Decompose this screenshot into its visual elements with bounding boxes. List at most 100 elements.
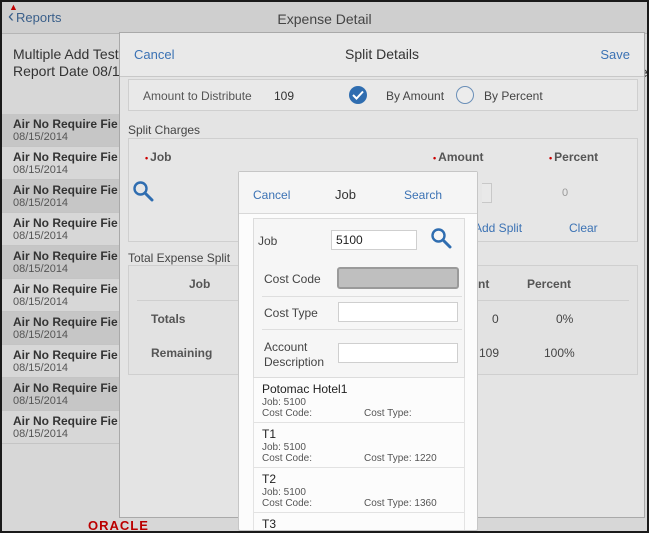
form-divider [262, 296, 462, 297]
by-amount-label[interactable]: By Amount [386, 89, 444, 103]
job-result-cost-type: Cost Type: [364, 408, 412, 419]
expense-list-item[interactable]: Air No Require Fie 08/15/2014 [2, 312, 122, 345]
amount-to-distribute-value: 109 [274, 89, 295, 103]
job-field-input[interactable] [331, 230, 417, 250]
job-result-item[interactable]: T3 [254, 513, 464, 530]
job-lookup-search-icon[interactable] [430, 227, 452, 254]
expense-item-title: Air No Require Fie [13, 282, 118, 296]
amount-to-distribute-panel: Amount to Distribute 109 By Amount By Pe… [128, 79, 638, 111]
job-column-label: Job [150, 150, 172, 164]
expense-list-item[interactable]: Air No Require Fie 08/15/2014 [2, 279, 122, 312]
expense-item-date: 08/15/2014 [13, 362, 69, 374]
job-result-cost-code: Cost Code: [262, 498, 313, 509]
total-percent-header: Percent [527, 277, 572, 291]
expense-item-date: 08/15/2014 [13, 263, 69, 275]
job-result-name: T3 [262, 517, 277, 530]
required-marker: • [145, 153, 149, 163]
remaining-label: Remaining [151, 346, 213, 360]
expense-list-item[interactable]: Air No Require Fie 08/15/2014 [2, 246, 122, 279]
totals-percent: 0% [556, 312, 574, 326]
remaining-percent: 100% [544, 346, 575, 360]
totals-amount: 0 [492, 312, 499, 326]
split-details-header: Cancel Split Details Save [120, 33, 644, 77]
expense-item-title: Air No Require Fie [13, 381, 118, 395]
expense-list-item[interactable]: Air No Require Fie 08/15/2014 [2, 180, 122, 213]
required-marker: • [549, 153, 553, 163]
account-description-input[interactable] [338, 343, 458, 363]
job-result-cost-type: Cost Type: 1360 [364, 498, 437, 509]
expense-item-title: Air No Require Fie [13, 117, 118, 131]
expense-list-item[interactable]: Air No Require Fie 08/15/2014 [2, 114, 122, 147]
oracle-logo: ORACLE [88, 518, 149, 533]
expense-item-title: Air No Require Fie [13, 414, 118, 428]
amount-column-header: • Amount [433, 150, 483, 164]
amount-column-label: Amount [438, 150, 484, 164]
split-save-button[interactable]: Save [600, 47, 630, 62]
job-search-form: Job Cost Code Cost Type Account Descript… [253, 218, 465, 378]
amount-input[interactable] [482, 183, 492, 203]
expense-item-title: Air No Require Fie [13, 348, 118, 362]
split-details-title: Split Details [345, 46, 419, 62]
job-result-item[interactable]: Potomac Hotel1 Job: 5100 Cost Code: Cost … [254, 378, 464, 423]
expense-item-date: 08/15/2014 [13, 131, 69, 143]
job-result-job: Job: 5100 [262, 442, 306, 453]
cost-type-input[interactable] [338, 302, 458, 322]
expense-list-item[interactable]: Air No Require Fie 08/15/2014 [2, 345, 122, 378]
cost-code-input[interactable] [337, 267, 459, 289]
expense-item-date: 08/15/2014 [13, 296, 69, 308]
job-result-cost-type: Cost Type: 1220 [364, 453, 437, 464]
expense-list: Air No Require Fie 08/15/2014 Air No Requ… [2, 114, 122, 444]
expense-item-date: 08/15/2014 [13, 395, 69, 407]
cost-code-label: Cost Code [264, 272, 321, 286]
job-lookup-title: Job [335, 187, 356, 202]
job-result-cost-code: Cost Code: [262, 453, 313, 464]
expense-list-item[interactable]: Air No Require Fie 08/15/2014 [2, 213, 122, 246]
expense-list-item[interactable]: Air No Require Fie 08/15/2014 [2, 378, 122, 411]
expense-item-title: Air No Require Fie [13, 249, 118, 263]
expense-detail-header: ▲ ‹ Reports Expense Detail [2, 2, 647, 34]
clear-button[interactable]: Clear [569, 221, 598, 235]
percent-column-label: Percent [554, 150, 599, 164]
job-result-item[interactable]: T2 Job: 5100 Cost Code: Cost Type: 1360 [254, 468, 464, 513]
cost-type-label: Cost Type [264, 306, 318, 320]
expense-list-item[interactable]: Air No Require Fie 08/15/2014 [2, 147, 122, 180]
job-search-button[interactable]: Search [404, 188, 442, 202]
percent-input[interactable]: 0 [562, 187, 568, 199]
by-percent-label[interactable]: By Percent [484, 89, 543, 103]
by-amount-radio[interactable] [349, 86, 367, 104]
job-search-icon[interactable] [132, 180, 154, 207]
job-result-meta: Cost Code: Cost Type: 1220 [262, 453, 456, 465]
expense-item-date: 08/15/2014 [13, 230, 69, 242]
report-date: Report Date 08/15 [13, 63, 128, 79]
expense-item-title: Air No Require Fie [13, 183, 118, 197]
expense-item-date: 08/15/2014 [13, 329, 69, 341]
expense-item-title: Air No Require Fie [13, 216, 118, 230]
total-expense-split-heading: Total Expense Split [128, 251, 231, 265]
add-split-button[interactable]: Add Split [474, 221, 522, 235]
job-result-name: T2 [262, 472, 277, 486]
job-result-cost-code: Cost Code: [262, 408, 313, 419]
expense-list-item[interactable]: Air No Require Fie 08/15/2014 [2, 411, 122, 444]
expense-item-date: 08/15/2014 [13, 428, 69, 440]
expense-item-date: 08/15/2014 [13, 197, 69, 209]
expense-item-title: Air No Require Fie [13, 315, 118, 329]
expense-item-title: Air No Require Fie [13, 150, 118, 164]
job-result-job: Job: 5100 [262, 487, 306, 498]
by-percent-radio[interactable] [456, 86, 474, 104]
app-frame: ▲ ‹ Reports Expense Detail Multiple Add T… [0, 0, 649, 533]
checkmark-icon [352, 90, 364, 100]
split-charges-heading: Split Charges [128, 123, 201, 137]
job-lookup-popup: Cancel Job Search Job Cost Code Cost Typ… [238, 171, 478, 531]
job-results-list: Potomac Hotel1 Job: 5100 Cost Code: Cost … [253, 378, 465, 530]
expense-item-date: 08/15/2014 [13, 164, 69, 176]
form-divider [262, 329, 462, 330]
job-lookup-header: Cancel Job Search [239, 172, 477, 214]
job-result-item[interactable]: T1 Job: 5100 Cost Code: Cost Type: 1220 [254, 423, 464, 468]
required-marker: • [433, 153, 437, 163]
job-cancel-button[interactable]: Cancel [253, 188, 290, 202]
remaining-amount: 109 [479, 346, 500, 360]
total-job-header: Job [189, 277, 211, 291]
job-result-name: Potomac Hotel1 [262, 382, 348, 396]
percent-column-header: • Percent [549, 150, 598, 164]
job-result-meta: Cost Code: Cost Type: 1360 [262, 498, 456, 510]
